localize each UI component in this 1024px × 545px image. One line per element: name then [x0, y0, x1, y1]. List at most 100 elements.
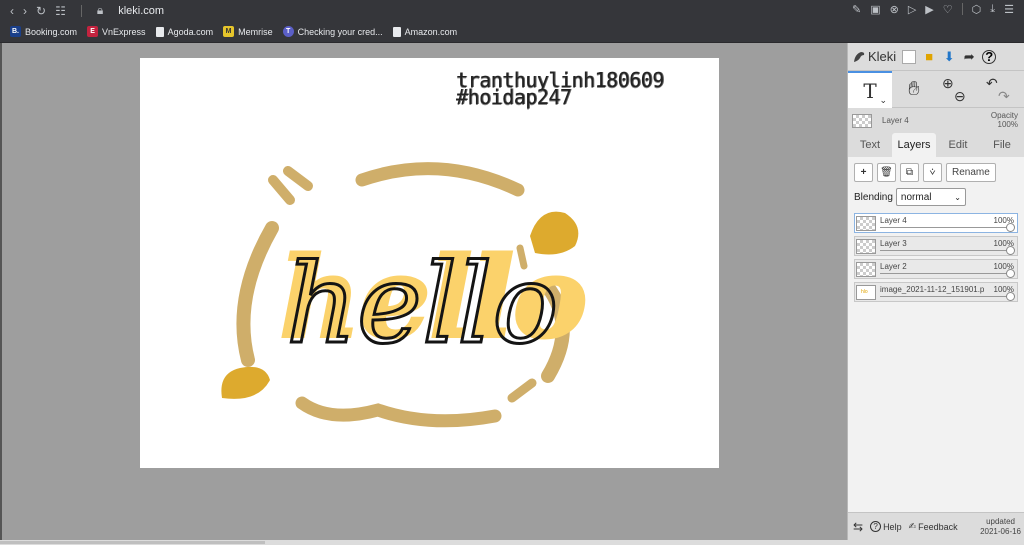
scrollbar-thumb[interactable] — [0, 541, 265, 544]
download-icon[interactable]: ⤓ — [990, 3, 995, 16]
opacity-slider-track[interactable] — [880, 227, 1013, 228]
opacity-readout: Opacity 100% — [991, 111, 1018, 129]
help-circle-icon: ? — [870, 521, 882, 532]
layer-name: image_2021-11-12_151901.p — [880, 285, 985, 294]
feedback-link[interactable]: ✍︎ Feedback — [909, 521, 958, 532]
toolbar-divider — [961, 3, 963, 15]
bookmark-label: Memrise — [238, 26, 273, 37]
current-layer-preview[interactable]: Layer 4 Opacity 100% — [848, 108, 1024, 133]
camera-icon[interactable]: ▣ — [870, 3, 880, 16]
bookmark-label: Agoda.com — [167, 26, 214, 37]
rename-layer-button[interactable]: Rename — [946, 163, 996, 182]
bookmark-vnexpress[interactable]: E VnExpress — [87, 26, 146, 37]
new-image-icon[interactable] — [902, 49, 917, 64]
add-layer-button[interactable]: + — [854, 163, 873, 182]
download-icon[interactable]: ⬇ — [942, 49, 956, 64]
opacity-slider-track[interactable] — [880, 273, 1013, 274]
opacity-slider-track[interactable] — [880, 296, 1013, 297]
hello-ink: hello — [286, 240, 559, 368]
chevron-down-icon[interactable]: ⌄ — [879, 95, 887, 106]
updated-date: 2021-06-16 — [980, 526, 1021, 536]
back-icon[interactable]: ‹ — [10, 4, 14, 18]
zoom-in-icon[interactable]: ⊕ — [942, 75, 954, 92]
edit-icon[interactable]: ✎ — [852, 3, 861, 16]
updated-info: updated 2021-06-16 — [980, 517, 1021, 537]
heart-icon[interactable]: ♡ — [943, 3, 953, 16]
bookmark-booking[interactable]: B. Booking.com — [10, 26, 77, 37]
layer-row[interactable]: Layer 4 100% — [854, 213, 1018, 233]
horizontal-scrollbar[interactable] — [0, 540, 1024, 545]
blending-select[interactable]: normal ⌄ — [895, 188, 966, 206]
document-icon — [392, 26, 401, 37]
trash-icon: 🗑︎ — [880, 167, 893, 178]
text-tool-icon: T — [863, 78, 877, 103]
reload-icon[interactable]: ↻ — [36, 4, 46, 18]
layer-row[interactable]: Layer 3 100% — [854, 236, 1018, 256]
bookmark-label: Booking.com — [25, 26, 78, 37]
bookmark-memrise[interactable]: M Memrise — [223, 26, 273, 37]
plus-icon: + — [860, 167, 867, 178]
booking-icon: B. — [10, 26, 21, 37]
opacity-slider-handle[interactable] — [1006, 292, 1015, 301]
layer-row[interactable]: Layer 2 100% — [854, 259, 1018, 279]
zoom-out-icon[interactable]: ⊖ — [954, 88, 966, 105]
opacity-slider-handle[interactable] — [1006, 246, 1015, 255]
duplicate-layer-button[interactable]: ⧉ — [900, 163, 919, 182]
forward-icon[interactable]: › — [23, 4, 27, 18]
duplicate-icon: ⧉ — [905, 167, 914, 178]
save-icon[interactable]: ■ — [922, 49, 936, 64]
help-link[interactable]: ? Help — [870, 521, 902, 532]
bookmarks-bar: B. Booking.com E VnExpress Agoda.com M Memr… — [0, 21, 1024, 43]
extensions-icon[interactable]: ⬡ — [972, 3, 982, 16]
tab-layers[interactable]: Layers — [892, 133, 936, 157]
undo-icon[interactable]: ↶ — [986, 75, 998, 92]
layer-actions: + 🗑︎ ⧉ ⩒ Rename — [854, 163, 1018, 182]
tab-text[interactable]: Text — [848, 133, 892, 157]
bookmark-label: Checking your cred... — [297, 26, 383, 37]
layer-thumbnail — [856, 285, 876, 300]
opacity-slider-handle[interactable] — [1006, 269, 1015, 278]
bookmark-teams[interactable]: T Checking your cred... — [282, 26, 383, 37]
sidebar-header: Kleki ■ ⬇ ➦ ? — [848, 43, 1024, 70]
updated-label: updated — [986, 516, 1015, 526]
tab-edit[interactable]: Edit — [936, 133, 980, 157]
undo-redo-buttons: ↶ ↷ — [980, 71, 1024, 108]
help-icon[interactable]: ? — [982, 49, 997, 64]
layer-thumbnail — [856, 262, 876, 277]
blending-value: normal — [900, 191, 932, 203]
hello-artwork: hello hello — [221, 162, 589, 428]
merge-layer-button[interactable]: ⩒ — [923, 163, 942, 182]
opacity-slider-handle[interactable] — [1006, 223, 1015, 232]
teams-icon: T — [282, 26, 294, 37]
lock-icon: 🔒︎ — [96, 3, 104, 17]
bookmark-agoda[interactable]: Agoda.com — [155, 26, 214, 37]
play-icon[interactable]: ▶ — [925, 3, 933, 16]
bookmark-label: VnExpress — [102, 26, 146, 37]
opacity-slider-track[interactable] — [880, 250, 1013, 251]
layer-name: Layer 3 — [880, 239, 907, 248]
delete-layer-button[interactable]: 🗑︎ — [877, 163, 896, 182]
block-icon[interactable]: ⊗ — [890, 3, 899, 16]
chevron-down-icon: ⌄ — [954, 192, 961, 202]
text-tool-button[interactable]: T ⌄ — [848, 71, 892, 108]
kleki-bird-icon — [854, 51, 865, 62]
drawing-canvas[interactable]: hello hello tranthuylinh180609 #hoidap24… — [140, 58, 719, 468]
feedback-label: Feedback — [918, 521, 958, 532]
tabs-grid-icon[interactable]: ☷ — [55, 4, 66, 18]
layer-row[interactable]: image_2021-11-12_151901.p 100% — [854, 282, 1018, 302]
vnexpress-icon: E — [87, 26, 99, 37]
menu-icon[interactable]: ☰ — [1004, 3, 1014, 16]
address-bar[interactable]: kleki.com — [118, 5, 164, 17]
bookmark-label: Amazon.com — [404, 26, 458, 37]
redo-icon[interactable]: ↷ — [998, 88, 1010, 105]
canvas-workspace[interactable]: hello hello tranthuylinh180609 #hoidap24… — [0, 43, 847, 540]
swap-side-icon[interactable]: ⇆ — [853, 520, 863, 534]
send-icon[interactable]: ▷ — [908, 3, 916, 16]
memrise-icon: M — [223, 26, 235, 37]
hand-tool-button[interactable]: ✋︎ — [892, 71, 936, 108]
share-icon[interactable]: ➦ — [962, 49, 976, 64]
tab-file[interactable]: File — [980, 133, 1024, 157]
kleki-logo[interactable]: Kleki — [852, 49, 896, 64]
bookmark-amazon[interactable]: Amazon.com — [392, 26, 458, 37]
zoom-buttons: ⊕ ⊖ — [936, 71, 980, 108]
